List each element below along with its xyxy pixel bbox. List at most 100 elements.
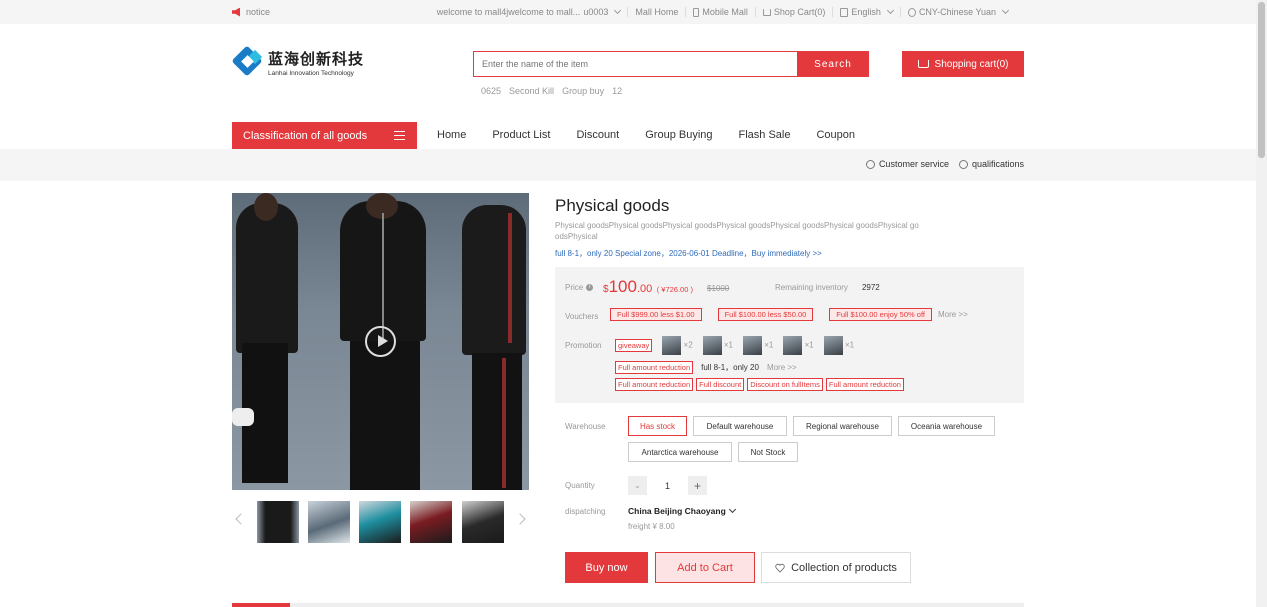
nav-item-discount[interactable]: Discount (576, 129, 619, 141)
thumbnail[interactable] (308, 501, 350, 543)
vouchers-label: Vouchers (565, 312, 599, 321)
thumbnail[interactable] (410, 501, 452, 543)
scrollbar[interactable] (1256, 0, 1267, 607)
gift-item[interactable]: ×1 (702, 336, 733, 355)
list-icon (394, 131, 405, 140)
giveaway-tag: giveaway (615, 339, 653, 352)
product-title: Physical goods (555, 196, 670, 215)
dispatch-location-select[interactable]: China Beijing Chaoyang (628, 505, 736, 516)
detail-tabs-bar (232, 603, 1024, 607)
nav-item-group-buying[interactable]: Group Buying (645, 129, 712, 141)
promo-tag: Full amount reduction (615, 378, 694, 391)
warehouse-option[interactable]: Oceania warehouse (898, 416, 995, 436)
nav-item-home[interactable]: Home (437, 129, 466, 141)
freight: freight ¥ 8.00 (628, 522, 675, 531)
notice-label: notice (246, 7, 271, 17)
buy-now-button[interactable]: Buy now (565, 552, 648, 583)
shop-cart-link[interactable]: Shop Cart(0) (754, 7, 833, 17)
warehouse-option[interactable]: Has stock (628, 416, 687, 436)
voucher-tag[interactable]: Full $100.00 enjoy 50% off (829, 308, 932, 321)
cart-icon (917, 60, 929, 68)
chevron-right-icon[interactable] (514, 513, 526, 525)
warehouse-option[interactable]: Default warehouse (693, 416, 787, 436)
chevron-down-icon (1001, 6, 1010, 15)
customer-service-link[interactable]: Customer service (865, 159, 949, 169)
chevron-left-icon[interactable] (235, 513, 247, 525)
user-name[interactable]: u0003 (583, 7, 608, 17)
chevron-down-icon (728, 505, 736, 514)
add-to-cart-button[interactable]: Add to Cart (655, 552, 755, 583)
nav-item-coupon[interactable]: Coupon (816, 129, 855, 141)
gift-item[interactable]: ×1 (743, 336, 773, 355)
main-nav: Home Product List Discount Group Buying … (437, 129, 881, 141)
language-select[interactable]: English (832, 6, 900, 17)
hot-word[interactable]: Group buy (562, 86, 604, 96)
search-button[interactable]: Search (797, 51, 869, 77)
search-input[interactable] (473, 51, 797, 77)
price-label: Price (565, 283, 584, 292)
thumbnail[interactable] (462, 501, 504, 543)
quantity-increase-button[interactable]: + (688, 476, 707, 495)
nav-item-product-list[interactable]: Product List (492, 129, 550, 141)
vouchers-more-link[interactable]: More >> (938, 310, 968, 319)
cart-icon (762, 8, 771, 16)
nav-item-flash-sale[interactable]: Flash Sale (739, 129, 791, 141)
gift-item[interactable]: ×2 (662, 336, 693, 355)
notice[interactable]: notice (232, 7, 270, 17)
promo-tag: Full amount reduction (615, 361, 694, 374)
price-box: Price i $100.00 ( ¥726.00 ) $1000 Remain… (555, 267, 1024, 403)
voucher-tag[interactable]: Full $100.00 less $50.00 (717, 308, 814, 321)
info-icon[interactable]: i (586, 284, 594, 291)
chevron-down-icon (886, 6, 894, 15)
promotion-more-link[interactable]: More >> (767, 363, 797, 372)
price: $100.00 ( ¥726.00 ) (603, 277, 693, 296)
warehouse-label: Warehouse (565, 422, 606, 431)
hot-words: 0625 Second Kill Group buy 12 (481, 86, 622, 96)
warehouse-option[interactable]: Not Stock (738, 442, 798, 462)
badge-icon (958, 159, 968, 169)
quantity-input[interactable]: 1 (648, 476, 687, 495)
logo[interactable]: 蓝海创新科技 Lanhai Innovation Technology (231, 45, 364, 78)
voucher-tag[interactable]: Full $999.00 less $1.00 (610, 308, 702, 321)
mall-home-link[interactable]: Mall Home (627, 7, 685, 17)
dispatch-label: dispatching (565, 507, 606, 516)
active-tab-indicator[interactable] (232, 603, 290, 607)
scrollbar-thumb[interactable] (1258, 2, 1265, 158)
top-bar: notice welcome to mall4jwelcome to mall.… (0, 0, 1256, 24)
play-video-icon[interactable] (365, 326, 396, 357)
promo-link[interactable]: full 8-1，only 20 Special zone，2026-06-01… (555, 248, 822, 259)
gift-item[interactable]: ×1 (823, 336, 854, 355)
thumbnail[interactable] (257, 501, 299, 543)
chevron-down-icon (614, 6, 622, 15)
hot-word[interactable]: Second Kill (509, 86, 554, 96)
hot-word[interactable]: 0625 (481, 86, 501, 96)
product-main-image[interactable] (232, 193, 529, 490)
promo-tag: Discount on fullItems (747, 378, 823, 391)
currency-icon (907, 7, 916, 17)
promotion-label: Promotion (565, 341, 602, 350)
collection-button[interactable]: Collection of products (761, 552, 911, 583)
full-reduction-text: full 8-1，only 20 (701, 363, 759, 372)
speaker-icon (232, 7, 240, 17)
original-price: $1000 (707, 284, 730, 293)
gift-item[interactable]: ×1 (783, 336, 814, 355)
inventory-label: Remaining inventory (775, 283, 848, 292)
warehouse-option[interactable]: Regional warehouse (793, 416, 892, 436)
qualifications-link[interactable]: qualifications (958, 159, 1024, 169)
currency-select[interactable]: CNY-Chinese Yuan (899, 6, 1015, 17)
thumbnail[interactable] (359, 501, 401, 543)
mobile-mall-link[interactable]: Mobile Mall (685, 7, 755, 17)
phone-icon (693, 7, 700, 17)
quantity-label: Quantity (565, 481, 595, 490)
logo-subtitle: Lanhai Innovation Technology (268, 69, 354, 77)
promo-tag: Full amount reduction (825, 378, 904, 391)
inventory-value: 2972 (861, 283, 880, 292)
shopping-cart-button[interactable]: Shopping cart(0) (902, 51, 1024, 77)
warehouse-option[interactable]: Antarctica warehouse (628, 442, 732, 462)
thumbnail-strip (232, 500, 529, 544)
promo-tag: Full discount (696, 378, 745, 391)
hot-word[interactable]: 12 (612, 86, 622, 96)
category-button[interactable]: Classification of all goods (232, 122, 417, 149)
search-bar: Search (473, 51, 869, 77)
quantity-decrease-button[interactable]: - (628, 476, 647, 495)
